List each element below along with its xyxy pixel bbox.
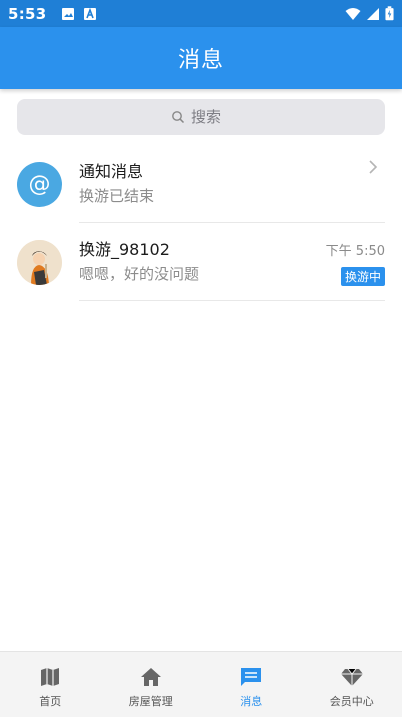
diamond-icon [340, 668, 363, 686]
search-input[interactable] [191, 108, 231, 126]
map-icon [41, 667, 60, 686]
conversation-subtitle: 换游已结束 [79, 187, 155, 205]
search-icon [172, 111, 185, 124]
image-icon [61, 7, 74, 20]
nav-label: 房屋管理 [128, 694, 173, 708]
app-notification-icon [83, 7, 96, 20]
conversation-title: 通知消息 [79, 162, 144, 181]
conversation-subtitle: 嗯嗯，好的没问题 [79, 265, 200, 283]
page-title: 消息 [177, 48, 224, 73]
chevron-right-icon [369, 160, 378, 174]
nav-label: 消息 [240, 694, 263, 708]
status-time: 5:53 [8, 4, 47, 23]
user-avatar-icon [17, 239, 62, 285]
bottom-nav: 首页 房屋管理 消息 会员中心 [0, 651, 402, 717]
nav-item-house-management[interactable]: 房屋管理 [101, 652, 202, 717]
nav-label: 首页 [39, 694, 62, 708]
search-bar[interactable] [17, 99, 385, 135]
notification-avatar: @ [17, 161, 62, 207]
status-badge: 换游中 [340, 267, 385, 286]
user-avatar [17, 239, 62, 285]
conversation-title: 换游_98102 [79, 240, 170, 259]
status-bar: 5:53 [0, 0, 402, 27]
nav-item-member-center[interactable]: 会员中心 [302, 652, 402, 717]
nav-item-home[interactable]: 首页 [0, 652, 101, 717]
conversation-row-user[interactable]: 换游_98102 嗯嗯，好的没问题 下午 5:50 换游中 [0, 223, 402, 301]
wifi-icon [345, 7, 361, 20]
nav-label: 会员中心 [329, 694, 374, 708]
home-icon [140, 667, 161, 686]
battery-icon [385, 6, 394, 21]
app-bar: 消息 [0, 27, 402, 89]
message-icon [241, 667, 262, 686]
nav-item-messages[interactable]: 消息 [201, 652, 302, 717]
conversation-time: 下午 5:50 [325, 244, 385, 259]
signal-icon [367, 7, 379, 20]
conversation-row-notifications[interactable]: @ 通知消息 换游已结束 [0, 145, 402, 223]
conversation-list: @ 通知消息 换游已结束 换游_98102 嗯嗯，好的没问题 下午 5:50 换… [0, 145, 402, 301]
at-icon: @ [28, 171, 51, 197]
